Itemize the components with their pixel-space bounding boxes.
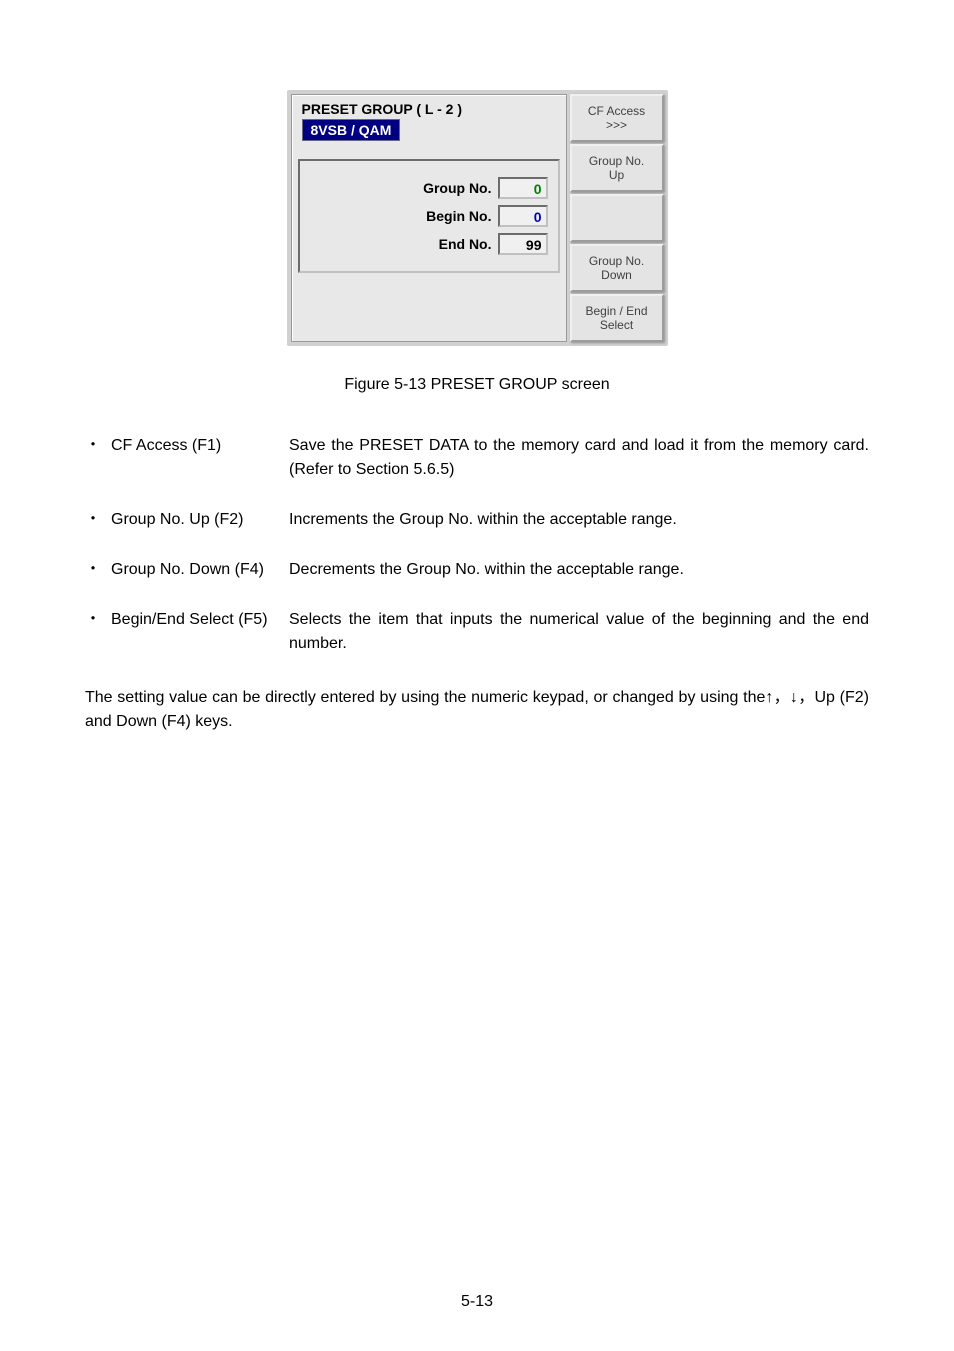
begin-no-label: Begin No.: [426, 208, 491, 224]
softkey-f5-line2: Select: [600, 318, 633, 332]
figure-caption: Figure 5-13 PRESET GROUP screen: [85, 376, 869, 394]
softkey-blank: [570, 194, 664, 242]
item-label: Begin/End Select (F5): [111, 608, 289, 656]
end-no-input[interactable]: 99: [498, 233, 548, 255]
bullet-icon: ・: [85, 608, 111, 656]
softkey-begin-end-select[interactable]: Begin / End Select: [570, 294, 664, 342]
bullet-icon: ・: [85, 508, 111, 532]
item-label: Group No. Up (F2): [111, 508, 289, 532]
end-no-row: End No. 99: [310, 233, 548, 255]
list-item: ・ Begin/End Select (F5) Selects the item…: [85, 608, 869, 656]
softkey-f1-line1: CF Access: [588, 104, 645, 118]
softkey-f1-line2: >>>: [606, 118, 627, 132]
softkey-panel: CF Access >>> Group No. Up Group No. Dow…: [570, 94, 664, 342]
item-label: CF Access (F1): [111, 434, 289, 482]
input-area: Group No. 0 Begin No. 0 End No. 99: [298, 159, 560, 273]
screen-container: PRESET GROUP ( L - 2 ) 8VSB / QAM Group …: [85, 90, 869, 346]
device-screen: PRESET GROUP ( L - 2 ) 8VSB / QAM Group …: [287, 90, 668, 346]
item-desc: Decrements the Group No. within the acce…: [289, 558, 869, 582]
begin-no-row: Begin No. 0: [310, 205, 548, 227]
body-text: The setting value can be directly entere…: [85, 686, 869, 734]
panel-title: PRESET GROUP ( L - 2 ): [292, 95, 566, 119]
list-item: ・ Group No. Up (F2) Increments the Group…: [85, 508, 869, 532]
page-number: 5-13: [0, 1293, 954, 1311]
softkey-group-up[interactable]: Group No. Up: [570, 144, 664, 192]
softkey-f4-line2: Down: [601, 268, 632, 282]
item-desc: Selects the item that inputs the numeric…: [289, 608, 869, 656]
softkey-cf-access[interactable]: CF Access >>>: [570, 94, 664, 142]
bullet-icon: ・: [85, 558, 111, 582]
list-item: ・ Group No. Down (F4) Decrements the Gro…: [85, 558, 869, 582]
bullet-icon: ・: [85, 434, 111, 482]
begin-no-input[interactable]: 0: [498, 205, 548, 227]
softkey-f4-line1: Group No.: [589, 254, 644, 268]
main-panel: PRESET GROUP ( L - 2 ) 8VSB / QAM Group …: [291, 94, 567, 342]
end-no-label: End No.: [439, 236, 492, 252]
item-desc: Save the PRESET DATA to the memory card …: [289, 434, 869, 482]
mode-badge: 8VSB / QAM: [302, 119, 401, 141]
softkey-f2-line1: Group No.: [589, 154, 644, 168]
group-no-row: Group No. 0: [310, 177, 548, 199]
softkey-group-down[interactable]: Group No. Down: [570, 244, 664, 292]
group-no-input[interactable]: 0: [498, 177, 548, 199]
item-desc: Increments the Group No. within the acce…: [289, 508, 869, 532]
group-no-label: Group No.: [423, 180, 491, 196]
list-item: ・ CF Access (F1) Save the PRESET DATA to…: [85, 434, 869, 482]
softkey-f2-line2: Up: [609, 168, 624, 182]
softkey-f5-line1: Begin / End: [585, 304, 647, 318]
item-label: Group No. Down (F4): [111, 558, 289, 582]
